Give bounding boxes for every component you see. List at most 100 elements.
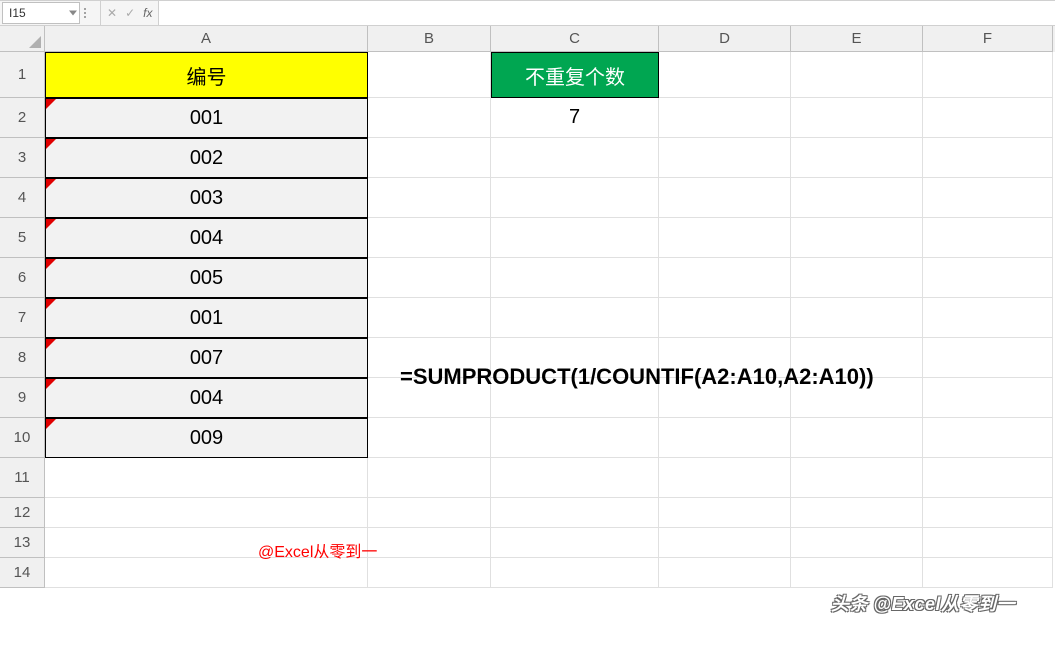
cell-D13[interactable]: [659, 528, 791, 558]
cell-A2[interactable]: 001: [45, 98, 368, 138]
select-all-corner[interactable]: [0, 26, 45, 52]
cell-F10[interactable]: [923, 418, 1053, 458]
row-header-2[interactable]: 2: [0, 98, 45, 138]
cell-C1[interactable]: 不重复个数: [491, 52, 659, 98]
row-header-6[interactable]: 6: [0, 258, 45, 298]
cell-C13[interactable]: [491, 528, 659, 558]
cell-C11[interactable]: [491, 458, 659, 498]
cell-E3[interactable]: [791, 138, 923, 178]
cell-A8[interactable]: 007: [45, 338, 368, 378]
cell-D7[interactable]: [659, 298, 791, 338]
row-header-5[interactable]: 5: [0, 218, 45, 258]
cell-F9[interactable]: [923, 378, 1053, 418]
cell-B14[interactable]: [368, 558, 491, 588]
cell-D4[interactable]: [659, 178, 791, 218]
row-header-9[interactable]: 9: [0, 378, 45, 418]
cell-A9[interactable]: 004: [45, 378, 368, 418]
row-header-14[interactable]: 14: [0, 558, 45, 588]
cell-F3[interactable]: [923, 138, 1053, 178]
cell-B5[interactable]: [368, 218, 491, 258]
chevron-down-icon[interactable]: [69, 11, 77, 16]
cell-B4[interactable]: [368, 178, 491, 218]
cell-D12[interactable]: [659, 498, 791, 528]
cell-D3[interactable]: [659, 138, 791, 178]
name-box[interactable]: I15: [2, 2, 80, 24]
fx-icon[interactable]: fx: [143, 6, 152, 20]
column-header-E[interactable]: E: [791, 26, 923, 52]
cell-F7[interactable]: [923, 298, 1053, 338]
row-header-4[interactable]: 4: [0, 178, 45, 218]
cell-F1[interactable]: [923, 52, 1053, 98]
cell-C2[interactable]: 7: [491, 98, 659, 138]
cell-B10[interactable]: [368, 418, 491, 458]
cell-D1[interactable]: [659, 52, 791, 98]
cell-C14[interactable]: [491, 558, 659, 588]
formula-input[interactable]: [159, 1, 1055, 25]
cell-F2[interactable]: [923, 98, 1053, 138]
cell-C7[interactable]: [491, 298, 659, 338]
cell-E2[interactable]: [791, 98, 923, 138]
cell-F4[interactable]: [923, 178, 1053, 218]
column-header-C[interactable]: C: [491, 26, 659, 52]
cell-C12[interactable]: [491, 498, 659, 528]
cell-A3[interactable]: 002: [45, 138, 368, 178]
cell-C6[interactable]: [491, 258, 659, 298]
cell-A14[interactable]: [45, 558, 368, 588]
row-header-13[interactable]: 13: [0, 528, 45, 558]
cell-E12[interactable]: [791, 498, 923, 528]
column-header-F[interactable]: F: [923, 26, 1053, 52]
cell-F5[interactable]: [923, 218, 1053, 258]
cell-E6[interactable]: [791, 258, 923, 298]
row-header-8[interactable]: 8: [0, 338, 45, 378]
cell-A7[interactable]: 001: [45, 298, 368, 338]
cell-D14[interactable]: [659, 558, 791, 588]
column-header-B[interactable]: B: [368, 26, 491, 52]
confirm-icon[interactable]: ✓: [125, 6, 135, 20]
cell-A6[interactable]: 005: [45, 258, 368, 298]
row-header-3[interactable]: 3: [0, 138, 45, 178]
cell-F11[interactable]: [923, 458, 1053, 498]
column-header-A[interactable]: A: [45, 26, 368, 52]
cell-A11[interactable]: [45, 458, 368, 498]
cell-F12[interactable]: [923, 498, 1053, 528]
cell-E14[interactable]: [791, 558, 923, 588]
cell-E13[interactable]: [791, 528, 923, 558]
cell-E7[interactable]: [791, 298, 923, 338]
cell-B7[interactable]: [368, 298, 491, 338]
cell-B2[interactable]: [368, 98, 491, 138]
row-header-12[interactable]: 12: [0, 498, 45, 528]
cell-B6[interactable]: [368, 258, 491, 298]
cell-B13[interactable]: [368, 528, 491, 558]
cell-D2[interactable]: [659, 98, 791, 138]
cell-C4[interactable]: [491, 178, 659, 218]
cell-B12[interactable]: [368, 498, 491, 528]
cell-D5[interactable]: [659, 218, 791, 258]
cell-E4[interactable]: [791, 178, 923, 218]
cell-F14[interactable]: [923, 558, 1053, 588]
cell-F6[interactable]: [923, 258, 1053, 298]
spreadsheet-grid[interactable]: 1编号不重复个数20017300240035004600570018007900…: [0, 52, 1055, 588]
cell-E11[interactable]: [791, 458, 923, 498]
cancel-icon[interactable]: ✕: [107, 6, 117, 20]
cell-A4[interactable]: 003: [45, 178, 368, 218]
row-header-11[interactable]: 11: [0, 458, 45, 498]
cell-D10[interactable]: [659, 418, 791, 458]
cell-A10[interactable]: 009: [45, 418, 368, 458]
cell-B1[interactable]: [368, 52, 491, 98]
column-header-D[interactable]: D: [659, 26, 791, 52]
cell-E5[interactable]: [791, 218, 923, 258]
cell-A5[interactable]: 004: [45, 218, 368, 258]
cell-A1[interactable]: 编号: [45, 52, 368, 98]
cell-D6[interactable]: [659, 258, 791, 298]
cell-D11[interactable]: [659, 458, 791, 498]
cell-C3[interactable]: [491, 138, 659, 178]
cell-F13[interactable]: [923, 528, 1053, 558]
cell-E10[interactable]: [791, 418, 923, 458]
cell-F8[interactable]: [923, 338, 1053, 378]
cell-B3[interactable]: [368, 138, 491, 178]
row-header-7[interactable]: 7: [0, 298, 45, 338]
row-header-10[interactable]: 10: [0, 418, 45, 458]
cell-A12[interactable]: [45, 498, 368, 528]
row-header-1[interactable]: 1: [0, 52, 45, 98]
cell-C5[interactable]: [491, 218, 659, 258]
